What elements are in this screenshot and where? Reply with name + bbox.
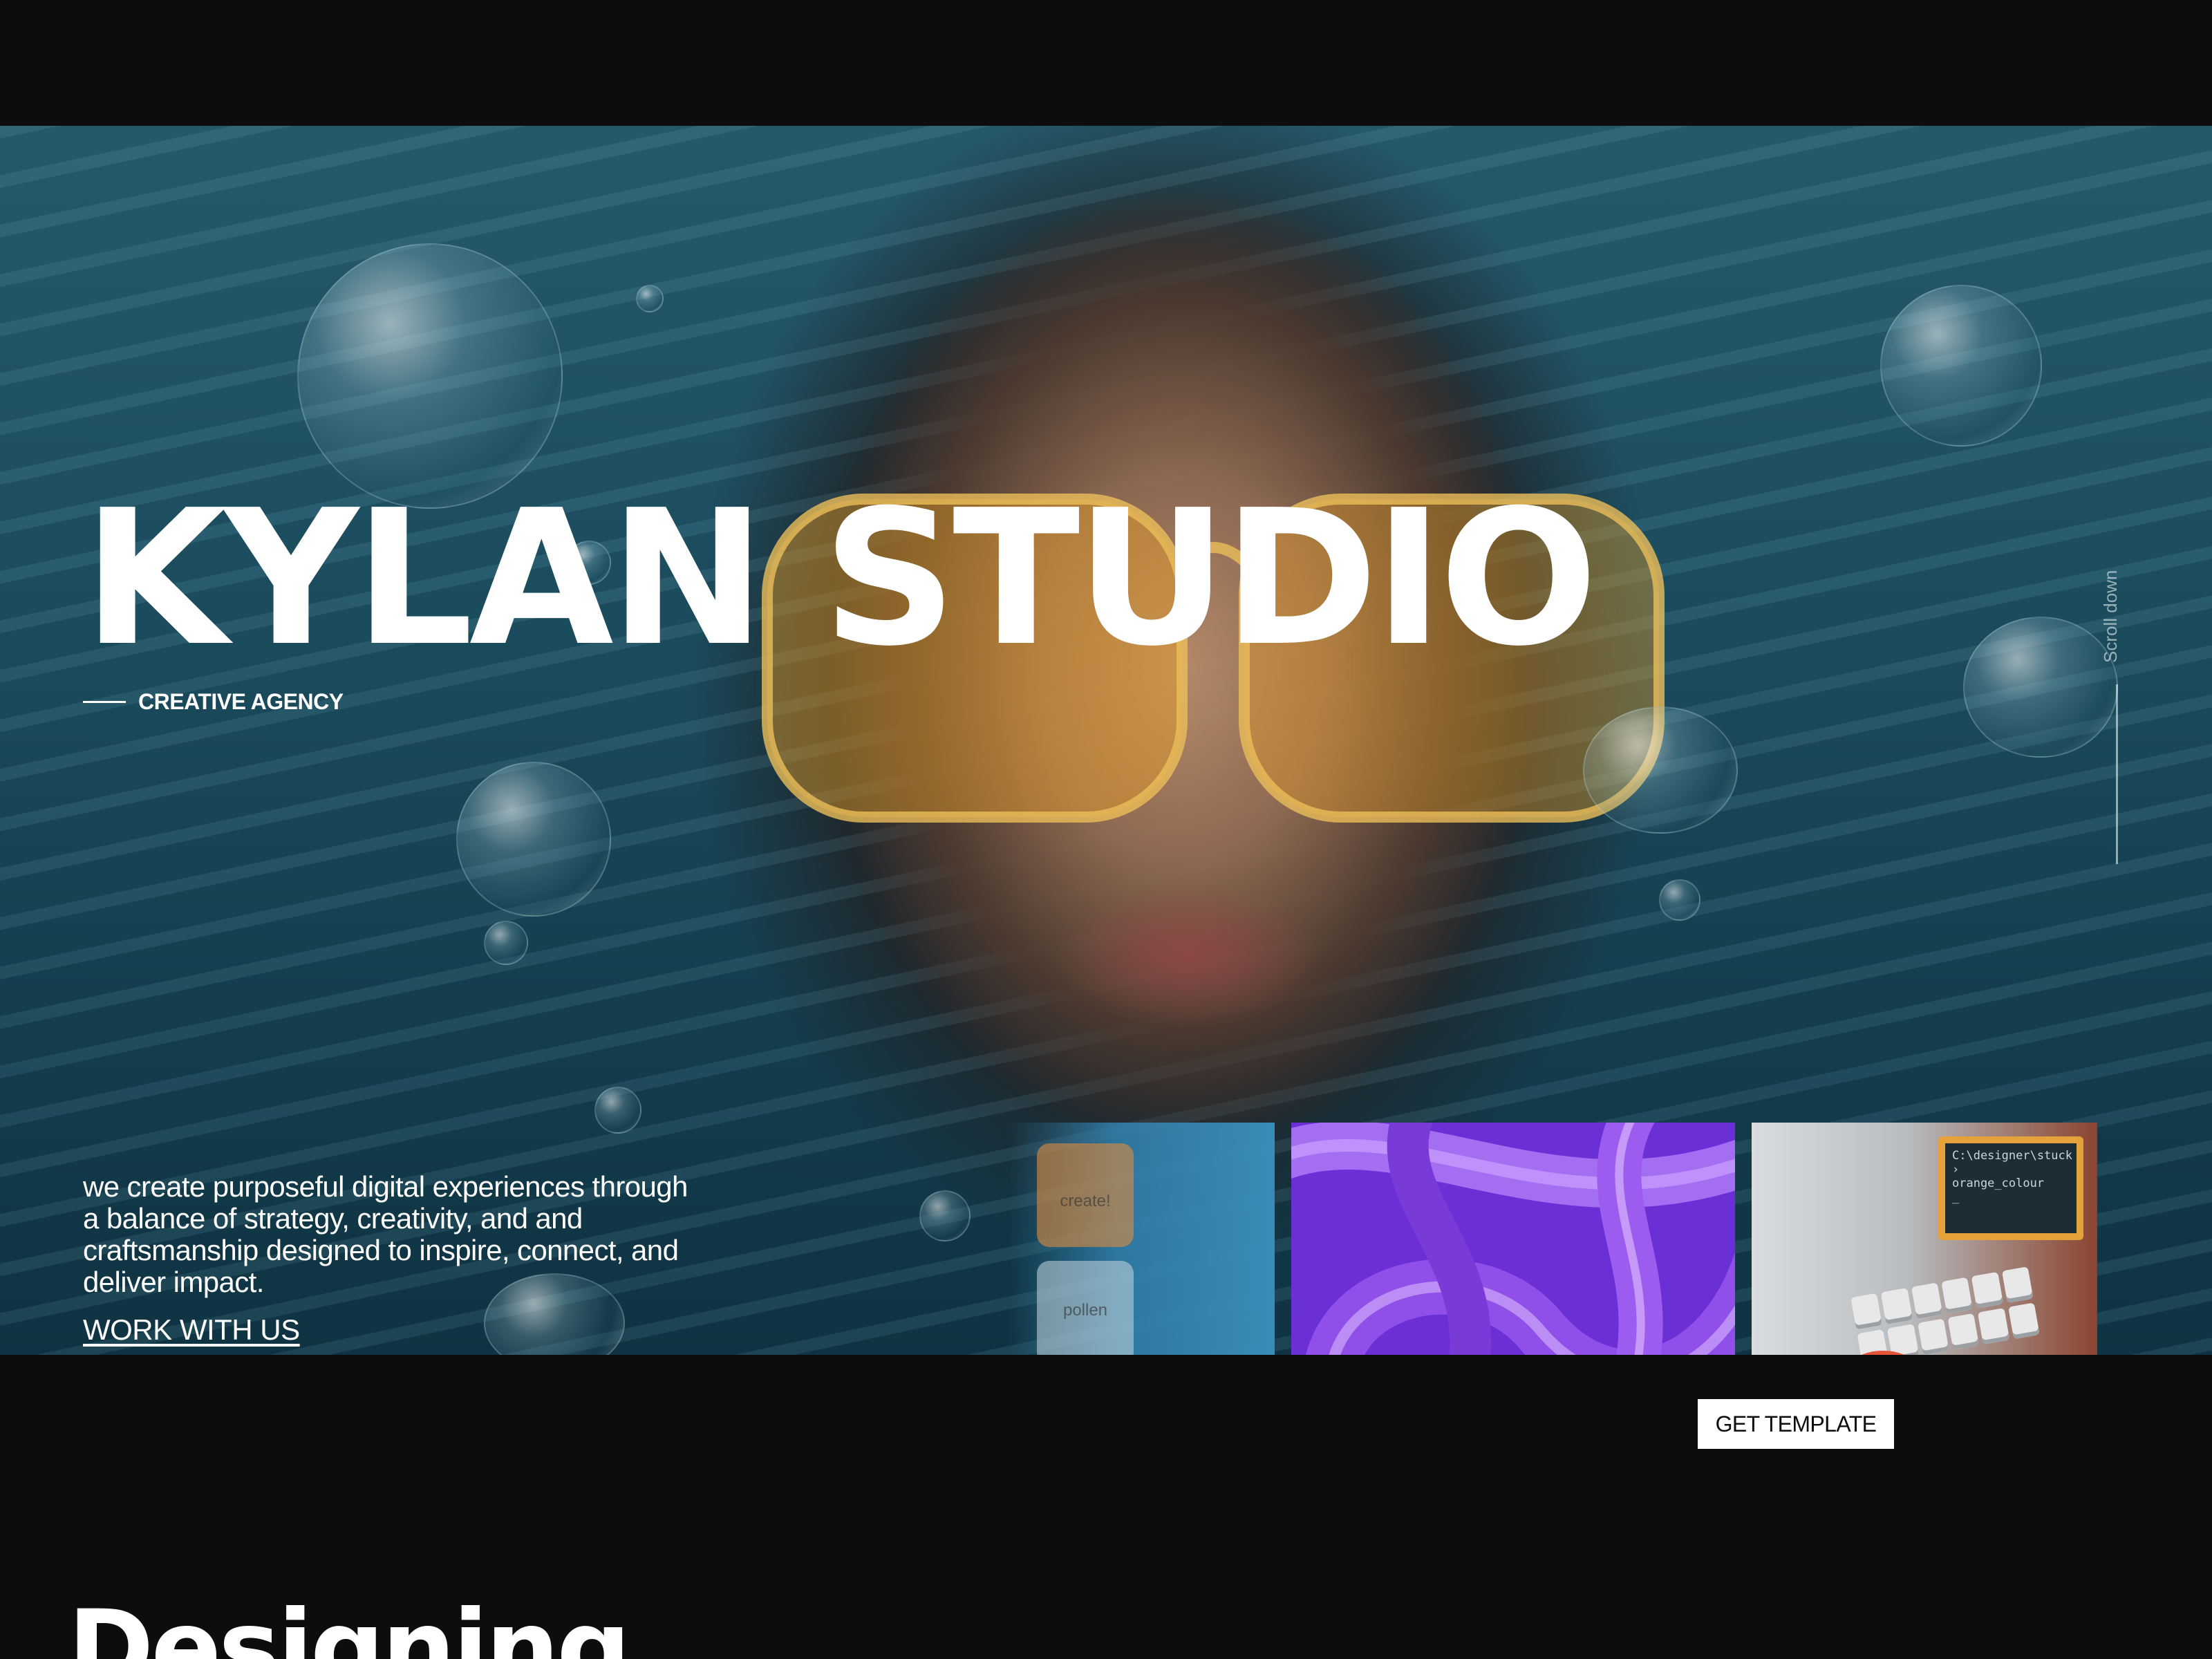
retro-keyboard <box>1850 1266 2040 1355</box>
bubble <box>1880 285 2042 447</box>
terminal-line: orange_colour <box>1952 1177 2045 1190</box>
keycap-label: create! <box>1060 1192 1111 1210</box>
bubble <box>1583 706 1738 834</box>
project-thumbnails: create! pollen C:\designer\stuck › orang… <box>1009 1123 2129 1355</box>
hero-title-word-1: KYLAN <box>83 469 766 687</box>
bubble <box>594 1087 641 1134</box>
intro-text: we create purposeful digital experiences… <box>83 1170 688 1298</box>
project-thumbnail-keys[interactable]: create! pollen <box>1009 1123 1275 1355</box>
scroll-down-label: Scroll down <box>2100 570 2121 664</box>
tagline: CREATIVE AGENCY <box>83 689 344 715</box>
bubble <box>919 1190 971 1241</box>
bubble <box>1659 879 1700 921</box>
hero-title: KYLAN STUDIO <box>83 485 1598 672</box>
keycap-label: pollen <box>1062 1301 1108 1320</box>
work-with-us-link[interactable]: WORK WITH US <box>83 1313 300 1347</box>
bubble <box>456 762 611 917</box>
scroll-down-indicator[interactable]: Scroll down <box>2094 561 2136 872</box>
hero-section: KYLAN STUDIO CREATIVE AGENCY Scroll down… <box>0 126 2212 1355</box>
terminal-line: C:\designer\stuck › <box>1952 1149 2072 1177</box>
terminal-line: _ <box>1952 1190 1960 1204</box>
get-template-button[interactable]: GET TEMPLATE <box>1698 1399 1894 1449</box>
bubble <box>636 285 664 312</box>
scroll-down-line <box>2116 684 2118 864</box>
tagline-text: CREATIVE AGENCY <box>138 689 344 714</box>
section-heading: Designing <box>68 1588 631 1659</box>
bubble <box>484 921 528 965</box>
purple-tubes-art <box>1291 1123 1735 1355</box>
intro-block: we create purposeful digital experiences… <box>83 1171 705 1347</box>
tagline-dash <box>83 701 126 703</box>
retro-terminal-screen: C:\designer\stuck › orange_colour _ <box>1938 1136 2083 1240</box>
hero-title-word-2: STUDIO <box>822 469 1598 687</box>
project-thumbnail-purple-tubes[interactable] <box>1291 1123 1735 1355</box>
page: KYLAN STUDIO CREATIVE AGENCY Scroll down… <box>0 0 2212 1659</box>
project-thumbnail-retro-computer[interactable]: C:\designer\stuck › orange_colour _ <box>1752 1123 2097 1355</box>
